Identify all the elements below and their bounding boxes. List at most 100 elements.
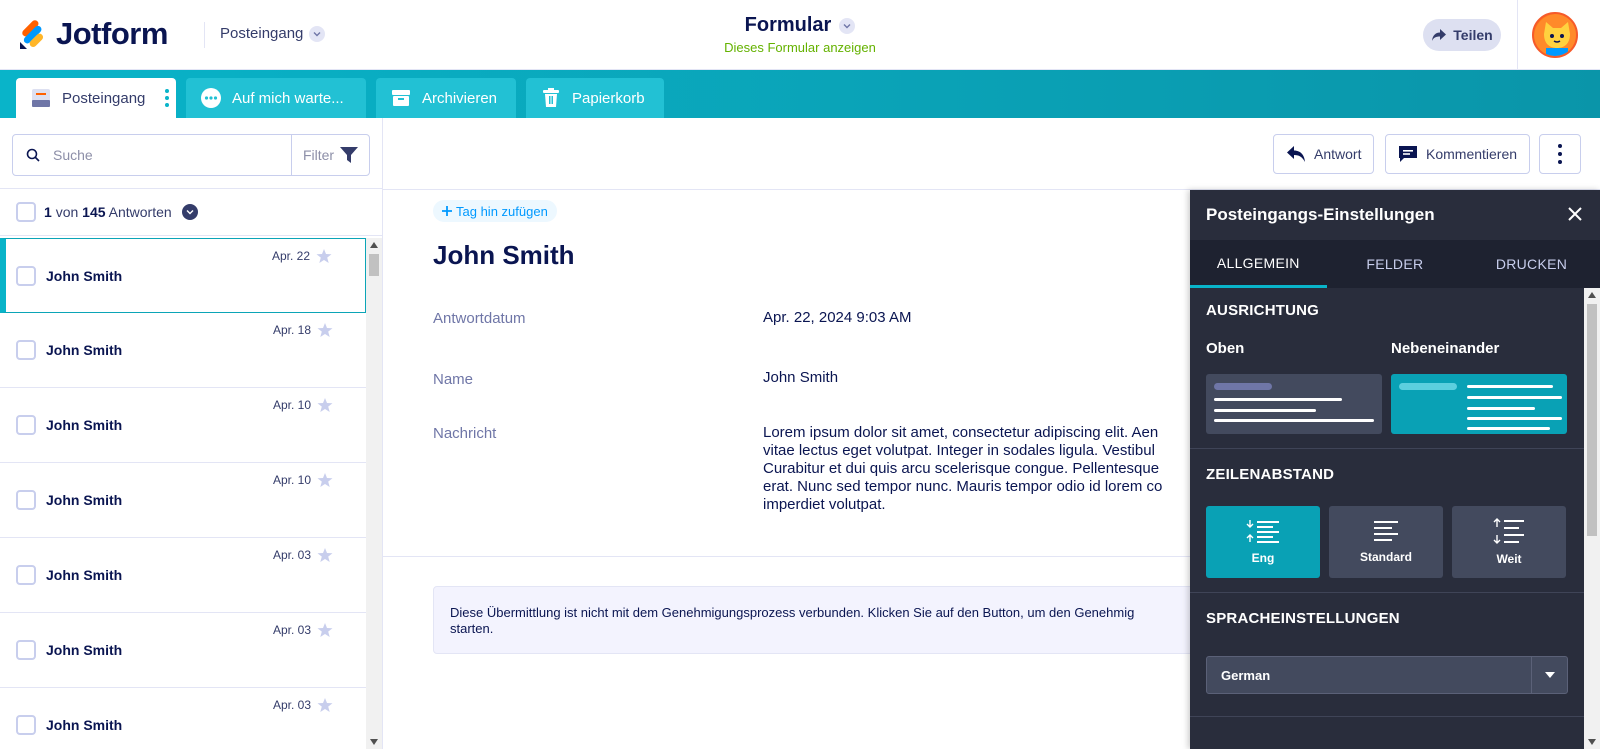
list-item[interactable]: John Smith Apr. 10 <box>0 388 366 463</box>
add-tag-button[interactable]: Tag hin zufügen <box>433 200 557 222</box>
reply-icon <box>1287 146 1305 162</box>
settings-body: AUSRICHTUNG Oben Nebeneinander ZEILENABS… <box>1190 288 1584 749</box>
tab-drucken[interactable]: DRUCKEN <box>1463 240 1600 288</box>
row-checkbox[interactable] <box>16 565 36 585</box>
row-checkbox[interactable] <box>16 490 36 510</box>
row-checkbox[interactable] <box>16 640 36 660</box>
list-item-date: Apr. 03 <box>272 623 311 637</box>
plus-icon <box>442 206 452 216</box>
layout-side-by-side-icon <box>1399 383 1562 430</box>
star-icon[interactable] <box>317 622 333 638</box>
message-line: Curabitur et dui quis arcu scelerisque c… <box>763 460 1160 477</box>
alignment-title: AUSRICHTUNG <box>1206 302 1320 319</box>
tab-label: Papierkorb <box>572 89 645 107</box>
star-icon[interactable] <box>317 697 333 713</box>
tab-options-icon[interactable] <box>165 89 170 107</box>
scroll-down-arrow-icon[interactable] <box>1588 739 1596 745</box>
message-value: Lorem ipsum dolor sit amet, consectetur … <box>763 424 1162 514</box>
row-checkbox[interactable] <box>16 340 36 360</box>
list-item-name: John Smith <box>46 717 123 733</box>
star-icon[interactable] <box>317 322 333 338</box>
field-label: Name <box>433 371 474 388</box>
section-divider <box>1190 716 1584 717</box>
star-icon[interactable] <box>317 547 333 563</box>
tab-posteingang[interactable]: Posteingang <box>16 78 176 118</box>
list-item[interactable]: John Smith Apr. 03 <box>0 538 366 613</box>
select-all-checkbox[interactable] <box>16 202 36 222</box>
form-title-block: Formular Dieses Formular anzeigen <box>0 14 1600 55</box>
message-line: erat. Nunc sed tempor nunc. Mauris tempo… <box>763 478 1163 495</box>
filter-button[interactable]: Filter <box>291 135 369 175</box>
list-item-name: John Smith <box>46 342 123 358</box>
top-bar: Jotform Posteingang Formular Dieses Form… <box>0 0 1600 70</box>
list-item-name: John Smith <box>46 417 123 433</box>
alignment-side-by-side-option[interactable] <box>1391 374 1567 434</box>
tab-archivieren[interactable]: Archivieren <box>376 78 516 118</box>
row-checkbox[interactable] <box>16 715 36 735</box>
scrollbar-thumb[interactable] <box>369 254 379 276</box>
spacing-standard-option[interactable]: Standard <box>1329 506 1443 578</box>
alignment-top-option[interactable] <box>1206 374 1382 434</box>
standard-spacing-icon <box>1374 521 1398 541</box>
approval-notice: Diese Übermittlung ist nicht mit dem Gen… <box>433 586 1213 654</box>
tab-felder[interactable]: FELDER <box>1327 240 1464 288</box>
spacing-option-label: Eng <box>1251 551 1275 565</box>
settings-scrollbar[interactable] <box>1584 288 1600 749</box>
spacing-title: ZEILENABSTAND <box>1206 466 1335 483</box>
message-line: Lorem ipsum dolor sit amet, consectetur … <box>763 424 1159 441</box>
field-label: Nachricht <box>433 425 497 442</box>
list-item[interactable]: John Smith Apr. 22 <box>0 238 366 313</box>
search-input[interactable]: Suche <box>53 147 291 163</box>
spacing-weit-option[interactable]: Weit <box>1452 506 1566 578</box>
form-title-text: Formular <box>744 14 832 36</box>
scroll-up-arrow-icon[interactable] <box>1588 292 1596 298</box>
share-button-label: Teilen <box>1453 27 1493 43</box>
star-icon[interactable] <box>316 248 332 264</box>
spacing-eng-option[interactable]: Eng <box>1206 506 1320 578</box>
tab-label: Posteingang <box>62 89 146 107</box>
chevron-down-icon <box>839 17 856 34</box>
tab-auf-mich-wartend[interactable]: Auf mich warte... <box>186 78 366 118</box>
section-divider <box>1190 592 1584 593</box>
more-options-button[interactable] <box>1539 134 1581 174</box>
submission-detail: Tag hin zufügen John Smith Antwortdatum … <box>383 190 1213 749</box>
reply-button[interactable]: Antwort <box>1273 134 1375 174</box>
search-bar: Suche Filter <box>12 134 370 176</box>
inbox-icon <box>30 87 52 109</box>
message-line: vitae lectus eget volutpat. Integer in s… <box>763 442 1155 459</box>
count-text: 1 von 145 Antworten <box>44 204 172 220</box>
row-checkbox[interactable] <box>16 265 36 286</box>
share-button[interactable]: Teilen <box>1423 19 1501 51</box>
submission-count: 1 von 145 Antworten <box>0 188 383 236</box>
list-item[interactable]: John Smith Apr. 18 <box>0 313 366 388</box>
chevron-down-icon[interactable] <box>181 204 198 220</box>
avatar[interactable] <box>1532 12 1578 58</box>
scroll-down-arrow-icon[interactable] <box>370 739 378 745</box>
tab-papierkorb[interactable]: Papierkorb <box>526 78 664 118</box>
form-title[interactable]: Formular <box>745 14 856 37</box>
list-item[interactable]: John Smith Apr. 03 <box>0 688 366 749</box>
language-select[interactable]: German <box>1206 656 1568 694</box>
dropdown-arrow-icon <box>1531 657 1567 693</box>
list-scrollbar[interactable] <box>366 238 382 749</box>
reply-label: Antwort <box>1314 146 1362 162</box>
view-form-link[interactable]: Dieses Formular anzeigen <box>0 40 1600 55</box>
star-icon[interactable] <box>317 397 333 413</box>
star-icon[interactable] <box>317 472 333 488</box>
submission-list: John Smith Apr. 22 John Smith Apr. 18 Jo… <box>0 238 366 749</box>
search-icon <box>13 148 53 162</box>
kebab-menu-icon <box>1558 144 1562 164</box>
tab-allgemein[interactable]: ALLGEMEIN <box>1190 240 1327 288</box>
row-checkbox[interactable] <box>16 415 36 435</box>
list-item[interactable]: John Smith Apr. 10 <box>0 463 366 538</box>
close-icon[interactable] <box>1568 207 1582 221</box>
scrollbar-thumb[interactable] <box>1587 304 1597 536</box>
notice-line: starten. <box>450 621 494 636</box>
settings-title: Posteingangs-Einstellungen <box>1206 205 1435 224</box>
list-item[interactable]: John Smith Apr. 03 <box>0 613 366 688</box>
list-item-name: John Smith <box>46 642 123 658</box>
message-line: imperdiet volutpat. <box>763 496 886 513</box>
submission-action-bar: Antwort Kommentieren <box>383 118 1600 190</box>
scroll-up-arrow-icon[interactable] <box>370 242 378 248</box>
comment-button[interactable]: Kommentieren <box>1385 134 1531 174</box>
